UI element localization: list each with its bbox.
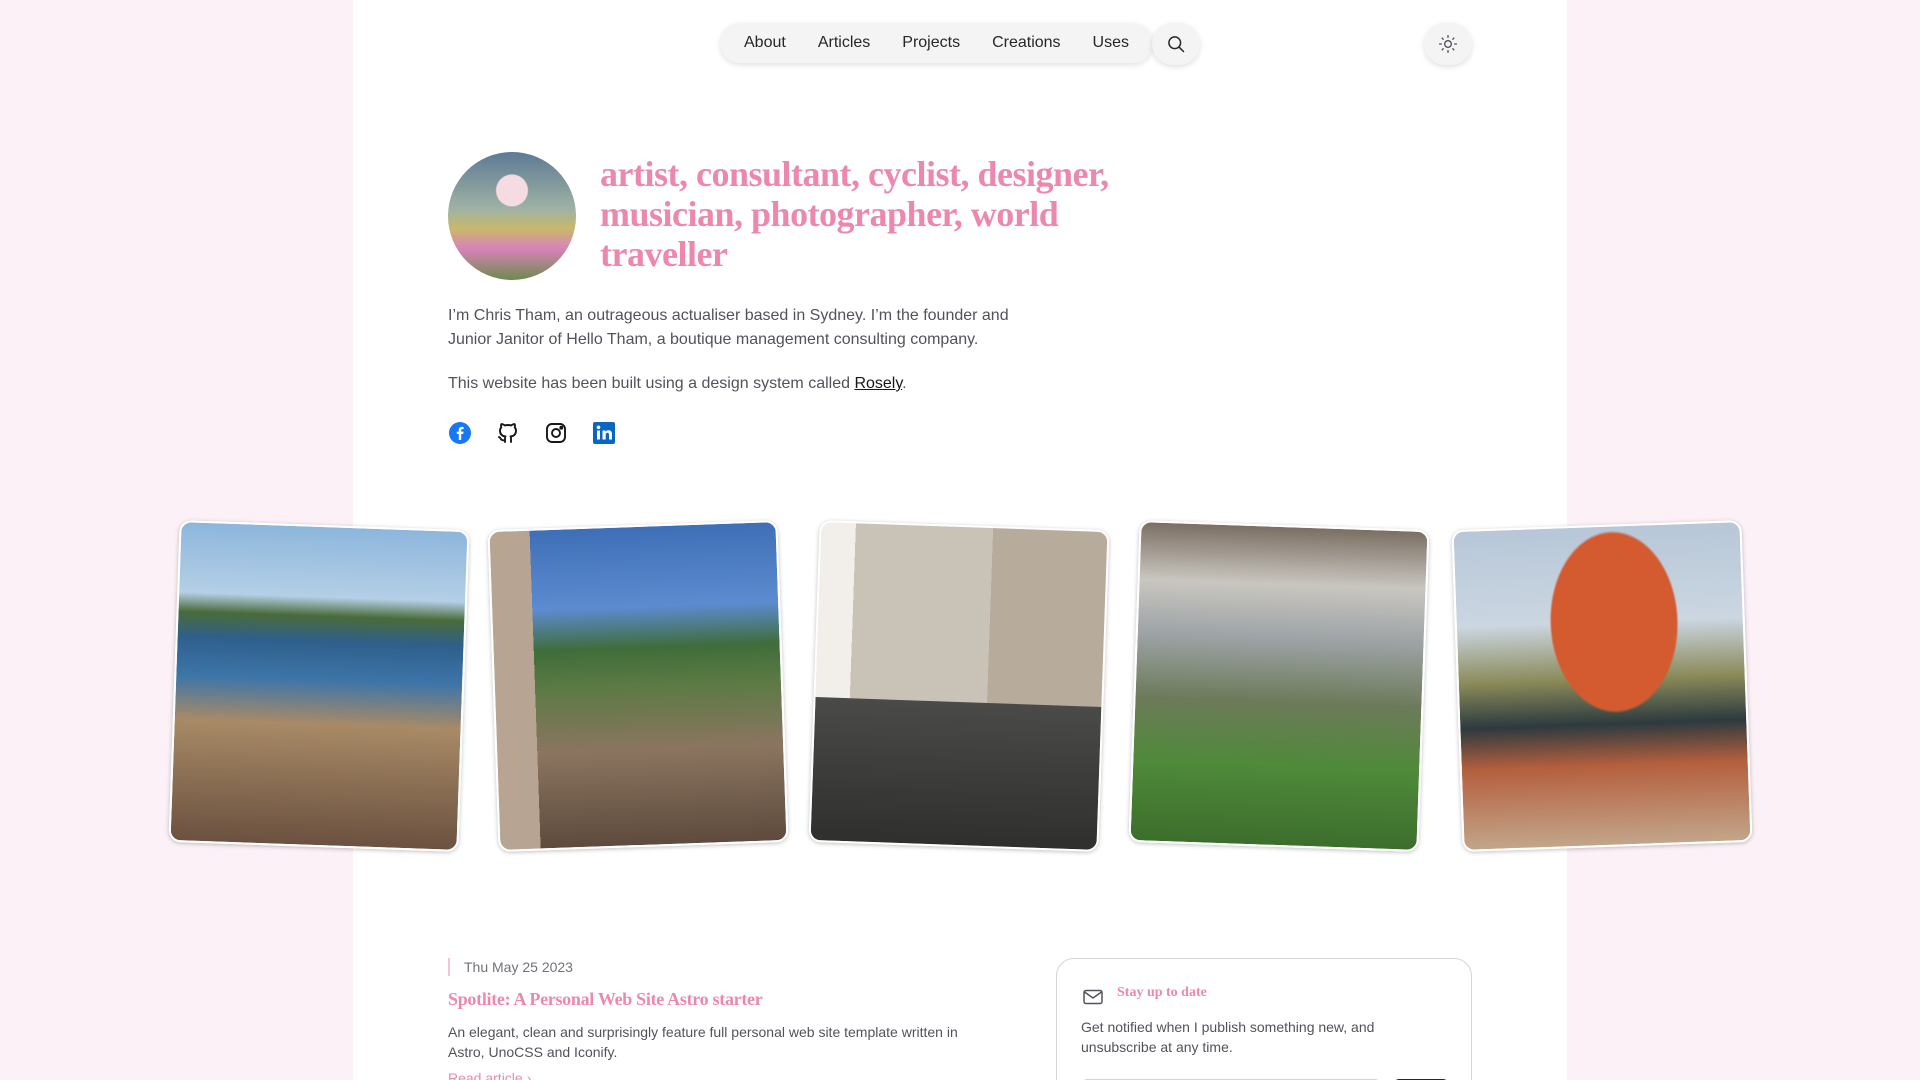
photo-coast: [168, 520, 470, 852]
nav-articles[interactable]: Articles: [802, 23, 886, 63]
built-suffix: .: [902, 375, 907, 392]
search-icon: [1168, 36, 1185, 53]
theme-toggle-button[interactable]: [1424, 23, 1472, 65]
avatar: [448, 152, 576, 280]
article-date: Thu May 25 2023: [448, 958, 573, 976]
instagram-icon[interactable]: [544, 421, 568, 445]
rosely-link[interactable]: Rosely: [854, 375, 902, 392]
nav-uses[interactable]: Uses: [1077, 23, 1145, 63]
linkedin-icon[interactable]: [592, 421, 616, 445]
built-prefix: This website has been built using a desi…: [448, 375, 855, 392]
search-button[interactable]: [1152, 23, 1200, 65]
nav-about[interactable]: About: [728, 23, 802, 63]
mail-icon: [1083, 989, 1103, 1005]
facebook-icon[interactable]: [448, 421, 472, 445]
article-description: An elegant, clean and surprisingly featu…: [448, 1024, 958, 1060]
page-title: artist, consultant, cyclist, designer, m…: [600, 154, 1109, 274]
main-nav: About Articles Projects Creations Uses: [720, 23, 1153, 63]
nav-creations[interactable]: Creations: [976, 23, 1076, 63]
newsletter-text: Get notified when I publish something ne…: [1081, 1019, 1375, 1055]
nav-projects[interactable]: Projects: [886, 23, 976, 63]
photo-autumn-tree: [1451, 520, 1753, 852]
photo-sofa: [808, 520, 1110, 852]
newsletter-card: Stay up to date Get notified when I publ…: [1056, 958, 1472, 1080]
read-article-label: Read article: [448, 1070, 523, 1080]
built-with-text: This website has been built using a desi…: [448, 372, 1148, 396]
photo-balcony: [487, 520, 789, 852]
social-links: [448, 421, 616, 445]
intro-text: I’m Chris Tham, an outrageous actualiser…: [448, 307, 1009, 348]
newsletter-title: Stay up to date: [1117, 985, 1207, 1000]
photo-waterfall: [1128, 520, 1430, 852]
read-article-link[interactable]: Read article ›: [448, 1070, 531, 1080]
github-icon[interactable]: [496, 421, 520, 445]
article-title[interactable]: Spotlite: A Personal Web Site Astro star…: [448, 989, 763, 1010]
chevron-right-icon: ›: [526, 1070, 532, 1080]
sun-icon: [1439, 35, 1457, 53]
